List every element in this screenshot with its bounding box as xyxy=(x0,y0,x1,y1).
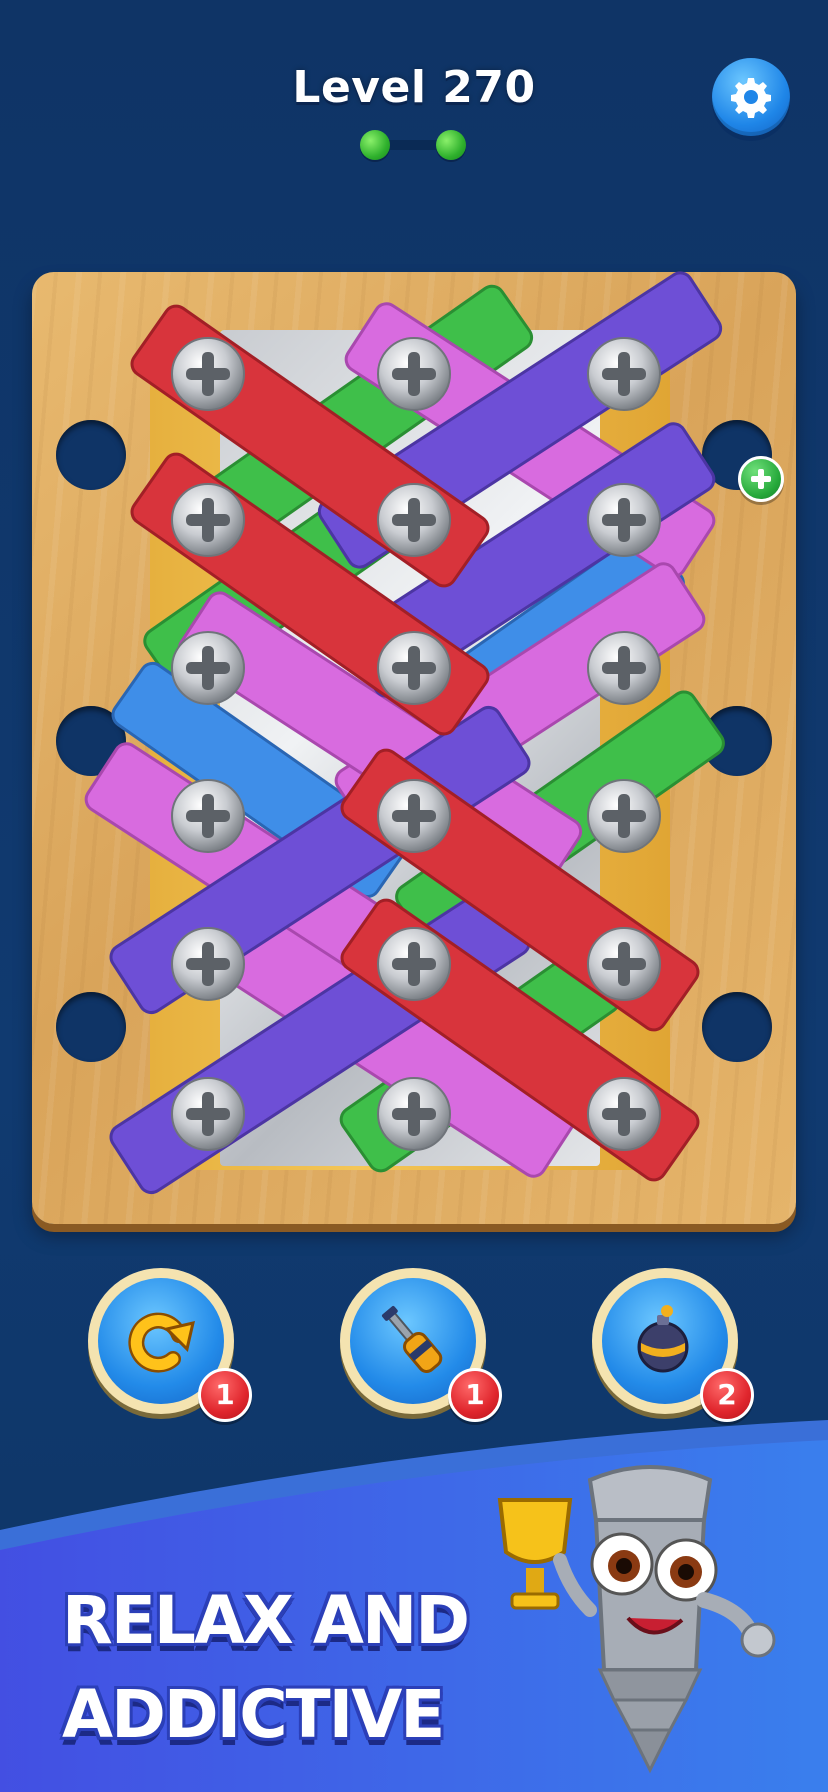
screw-icon[interactable] xyxy=(171,631,245,705)
screw-icon[interactable] xyxy=(377,779,451,853)
screw-icon[interactable] xyxy=(171,337,245,411)
plank-layer xyxy=(84,271,725,1195)
promo-tagline-line1: RELAX AND xyxy=(62,1582,470,1659)
screw-icon[interactable] xyxy=(171,483,245,557)
screw-icon[interactable] xyxy=(377,927,451,1001)
screw-icon[interactable] xyxy=(377,1077,451,1151)
bomb-icon xyxy=(637,1305,689,1373)
undo-arrow-icon xyxy=(128,1312,196,1373)
screw-icon[interactable] xyxy=(377,337,451,411)
screw-icon[interactable] xyxy=(587,779,661,853)
game-screen: Level 270 1 1 2 RELAX AND ADDICTIVE xyxy=(0,0,828,1792)
screw-icon[interactable] xyxy=(587,631,661,705)
screw-mascot xyxy=(497,1465,776,1774)
screw-icon[interactable] xyxy=(377,483,451,557)
screw-icon[interactable] xyxy=(587,927,661,1001)
screw-icon[interactable] xyxy=(171,927,245,1001)
screw-icon[interactable] xyxy=(171,1077,245,1151)
screw-icon[interactable] xyxy=(587,1077,661,1151)
add-hole-button[interactable] xyxy=(738,456,784,502)
screw-icon[interactable] xyxy=(377,631,451,705)
promo-tagline-line2: ADDICTIVE xyxy=(62,1676,445,1753)
screw-icon[interactable] xyxy=(171,779,245,853)
plus-icon xyxy=(751,469,771,489)
screw-icon[interactable] xyxy=(587,337,661,411)
screwdriver-icon xyxy=(381,1306,443,1373)
screw-icon[interactable] xyxy=(587,483,661,557)
